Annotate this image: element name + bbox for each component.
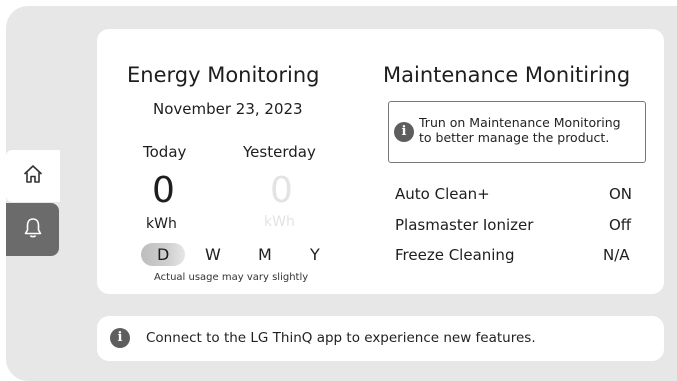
freeze-cleaning-label: Freeze Cleaning bbox=[395, 246, 515, 264]
today-label: Today bbox=[143, 143, 187, 161]
home-icon bbox=[22, 163, 44, 189]
period-year[interactable]: Y bbox=[310, 245, 320, 264]
yesterday-value: 0 bbox=[270, 170, 293, 211]
usage-note: Actual usage may vary slightly bbox=[154, 272, 309, 283]
maintenance-title: Maintenance Monitiring bbox=[383, 63, 631, 87]
energy-date: November 23, 2023 bbox=[153, 100, 303, 118]
period-day[interactable]: D bbox=[157, 245, 169, 264]
maintenance-info-box[interactable]: i Trun on Maintenance Monitoring to bett… bbox=[388, 101, 646, 163]
yesterday-label: Yesterday bbox=[243, 143, 316, 161]
maintenance-info-line2: to better manage the product. bbox=[419, 130, 610, 145]
bell-icon bbox=[22, 216, 44, 244]
banner-text: Connect to the LG ThinQ app to experienc… bbox=[146, 330, 536, 346]
yesterday-unit: kWh bbox=[264, 214, 295, 230]
auto-clean-label: Auto Clean+ bbox=[395, 185, 490, 203]
plasmaster-ionizer-label: Plasmaster Ionizer bbox=[395, 216, 534, 234]
plasmaster-ionizer-value: Off bbox=[609, 216, 632, 234]
thinq-banner[interactable]: i Connect to the LG ThinQ app to experie… bbox=[97, 316, 664, 361]
today-unit: kWh bbox=[146, 216, 177, 232]
auto-clean-value: ON bbox=[609, 185, 633, 203]
banner-info-icon: i bbox=[110, 328, 130, 348]
today-value: 0 bbox=[152, 170, 175, 211]
sidebar-item-home[interactable] bbox=[6, 150, 60, 202]
maintenance-info-line1: Trun on Maintenance Monitoring bbox=[419, 115, 621, 130]
energy-title: Energy Monitoring bbox=[127, 63, 320, 87]
freeze-cleaning-value: N/A bbox=[603, 246, 630, 264]
sidebar-item-notifications[interactable] bbox=[6, 203, 59, 256]
period-month[interactable]: M bbox=[258, 245, 272, 264]
period-week[interactable]: W bbox=[205, 245, 221, 264]
info-icon: i bbox=[394, 122, 414, 142]
